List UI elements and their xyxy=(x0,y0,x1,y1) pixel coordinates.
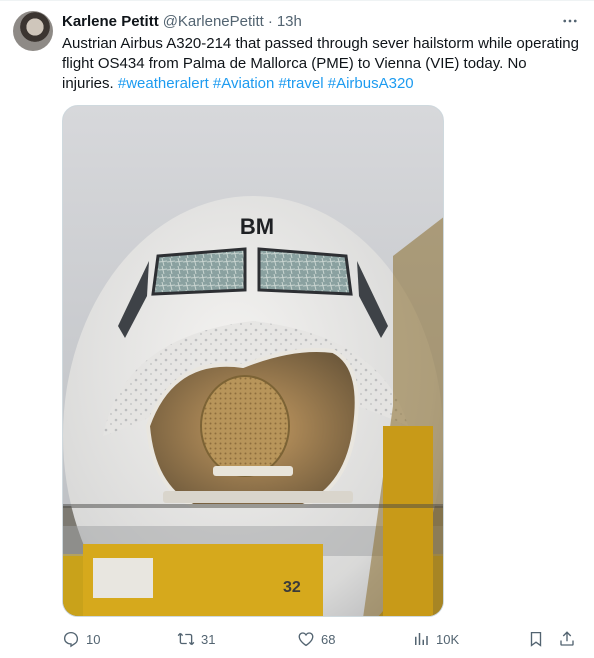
tweet-photo[interactable]: BM 32 xyxy=(62,105,444,617)
reply-icon xyxy=(63,631,79,648)
like-button[interactable]: 68 xyxy=(297,627,335,651)
vehicle-label: 32 xyxy=(283,579,301,596)
tweet-actions: 10 31 68 10K xyxy=(62,627,582,651)
author-handle[interactable]: @KarlenePetitt xyxy=(163,13,264,30)
like-count: 68 xyxy=(321,631,336,647)
views-icon xyxy=(415,633,428,645)
views-button[interactable]: 10K xyxy=(412,627,459,651)
repost-count: 31 xyxy=(201,631,216,647)
timestamp[interactable]: 13h xyxy=(277,13,302,30)
share-button[interactable] xyxy=(558,627,582,651)
avatar[interactable] xyxy=(13,11,53,51)
share-icon xyxy=(560,631,574,646)
hashtag[interactable]: #Aviation xyxy=(213,75,274,92)
bookmark-icon xyxy=(530,631,542,647)
hashtag[interactable]: #travel xyxy=(279,75,324,92)
tweet-header: Karlene Petitt @KarlenePetitt · 13h xyxy=(62,11,302,31)
hail-damaged-aircraft-photo: BM 32 xyxy=(63,106,443,616)
more-horizontal-icon xyxy=(563,19,577,23)
repost-icon xyxy=(177,632,195,646)
tweet[interactable]: Karlene Petitt @KarlenePetitt · 13h Aust… xyxy=(0,0,594,658)
separator: · xyxy=(267,12,273,30)
reply-count: 10 xyxy=(86,631,101,647)
view-count: 10K xyxy=(436,631,460,647)
tweet-text: Austrian Airbus A320-214 that passed thr… xyxy=(62,34,582,94)
hashtag[interactable]: #AirbusA320 xyxy=(328,75,414,92)
bookmark-button[interactable] xyxy=(527,627,551,651)
heart-icon xyxy=(298,632,314,647)
author-name[interactable]: Karlene Petitt xyxy=(62,13,159,30)
hashtag[interactable]: #weatheralert xyxy=(118,75,209,92)
reply-button[interactable]: 10 xyxy=(62,627,100,651)
repost-button[interactable]: 31 xyxy=(177,627,215,651)
more-button[interactable] xyxy=(560,11,580,31)
registration-label: BM xyxy=(240,214,274,239)
